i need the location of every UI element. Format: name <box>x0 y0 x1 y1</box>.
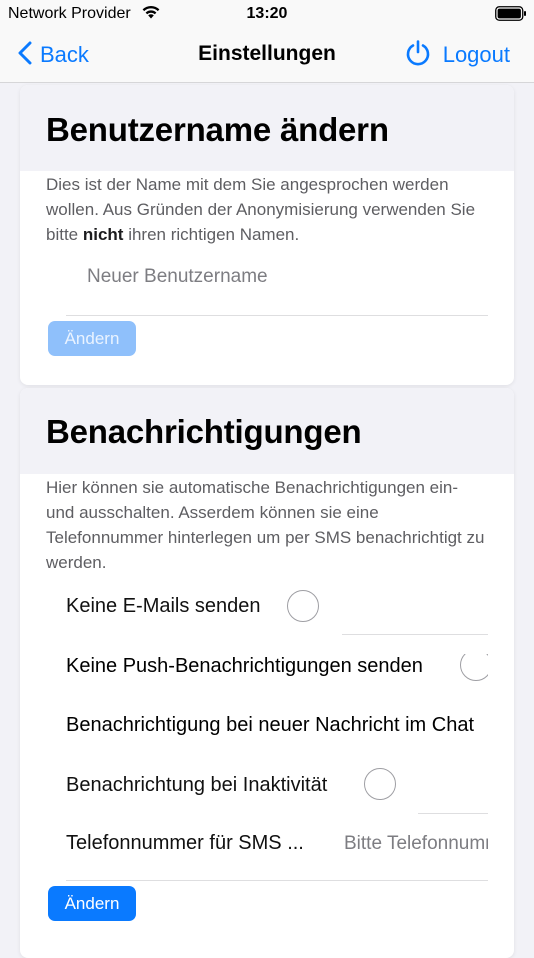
notifications-card-header: Benachrichtigungen <box>20 388 514 474</box>
no-push-label: Keine Push-Benachrichtigungen senden <box>66 655 423 677</box>
username-card-description: Dies ist der Name mit dem Sie angesproch… <box>46 172 496 247</box>
username-input-underline <box>66 315 488 316</box>
notifications-card-title: Benachrichtigungen <box>46 413 362 450</box>
power-icon <box>405 39 431 71</box>
no-push-toggle[interactable] <box>460 654 488 681</box>
phone-label: Telefonnummer für SMS ... <box>66 832 304 854</box>
no-emails-label: Keine E-Mails senden <box>66 595 261 617</box>
divider <box>342 634 488 635</box>
phone-input[interactable] <box>344 830 488 858</box>
new-chat-message-label: Benachrichtigung bei neuer Nachricht im … <box>66 714 474 736</box>
description-text-end: ihren richtigen Namen. <box>123 225 300 244</box>
notifications-card-description: Hier können sie automatische Benachricht… <box>46 478 485 572</box>
phone-input-underline <box>66 880 488 881</box>
username-input[interactable] <box>87 263 487 291</box>
notifications-card: Benachrichtigungen Hier können sie autom… <box>20 388 514 958</box>
battery-icon <box>495 6 527 27</box>
inactivity-label: Benachrichtung bei Inaktivität <box>66 774 328 796</box>
divider <box>418 813 488 814</box>
logout-button-label: Logout <box>442 42 510 67</box>
no-emails-toggle[interactable] <box>287 590 319 622</box>
no-push-row: Keine Push-Benachrichtigungen senden <box>66 654 488 694</box>
new-chat-message-row: Benachrichtigung bei neuer Nachricht im … <box>66 714 488 742</box>
change-notifications-button[interactable]: Ändern <box>48 886 136 921</box>
description-emphasis: nicht <box>82 225 124 244</box>
status-time: 13:20 <box>246 5 288 22</box>
status-bar: Network Provider 13:20 <box>0 0 534 30</box>
username-card: Benutzername ändern Dies ist der Name mi… <box>20 85 514 385</box>
inactivity-toggle[interactable] <box>364 768 396 800</box>
username-card-header: Benutzername ändern <box>20 85 514 171</box>
change-username-button[interactable]: Ändern <box>48 321 136 356</box>
logout-button[interactable]: Logout <box>405 39 510 71</box>
username-card-title: Benutzername ändern <box>46 111 389 148</box>
navigation-bar: Back Einstellungen Logout <box>0 30 534 83</box>
